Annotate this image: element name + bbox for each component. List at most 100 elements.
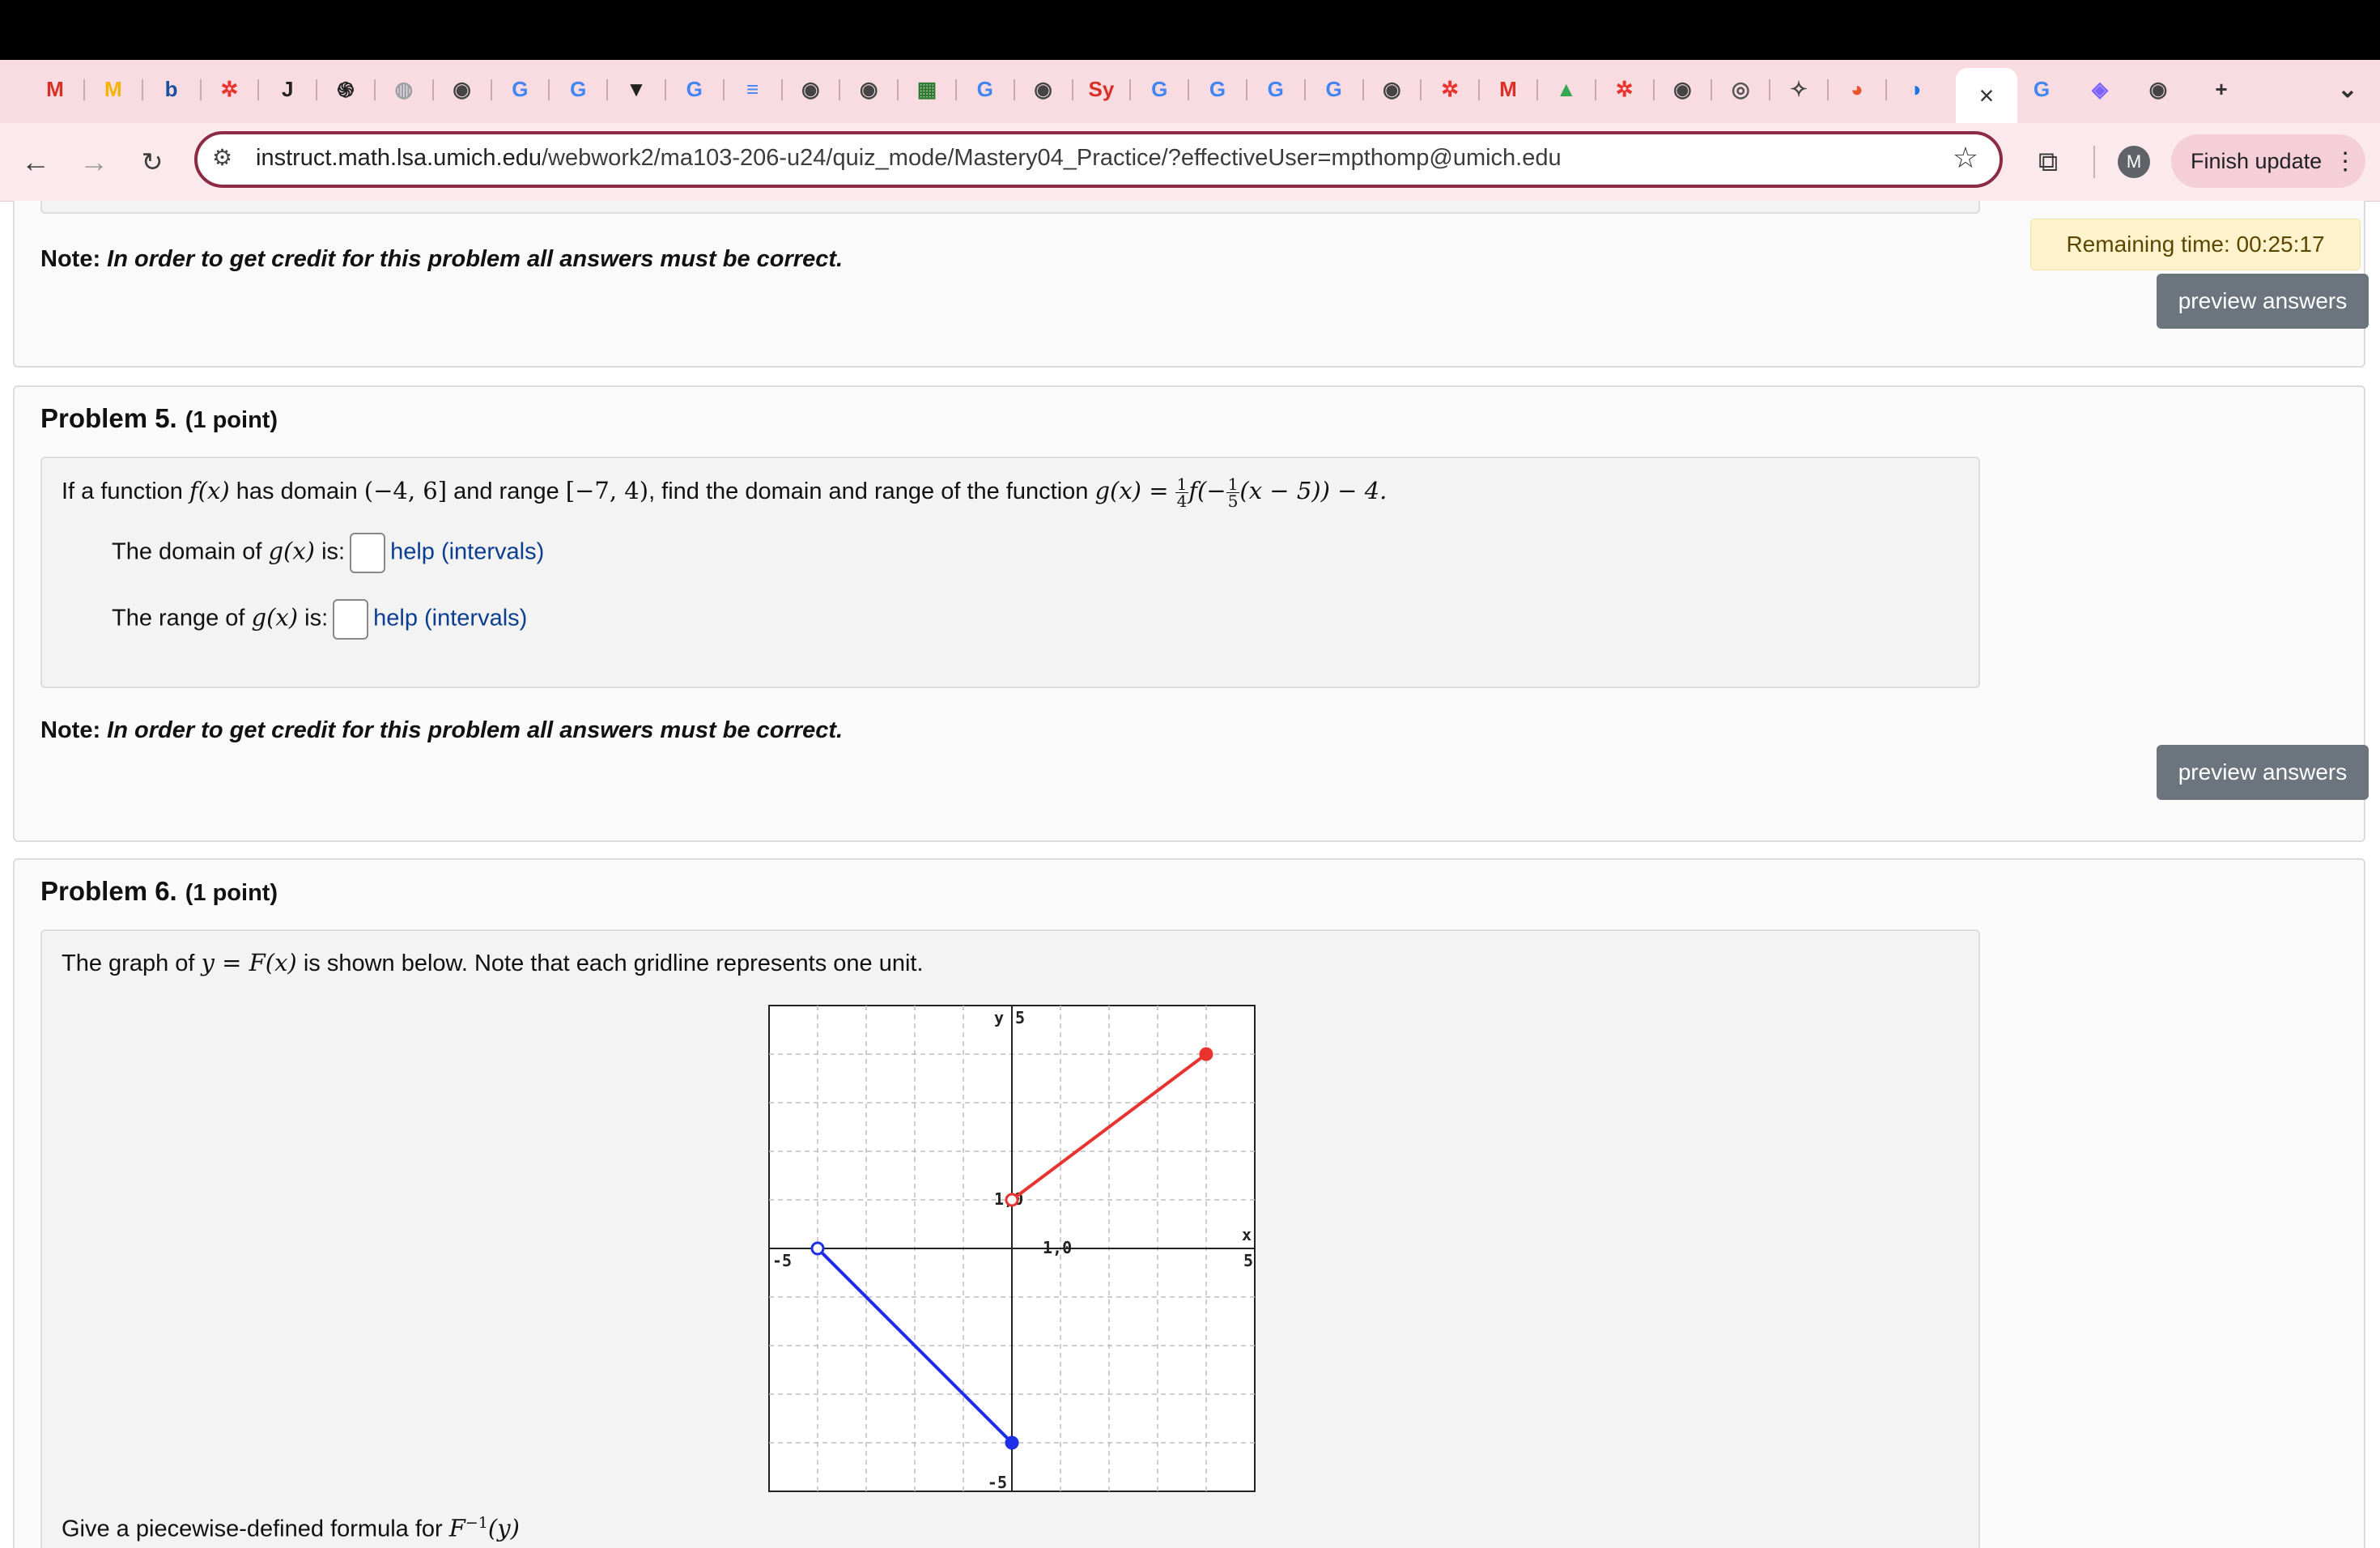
tab-separator <box>1827 79 1829 100</box>
bookmark-star-icon[interactable]: ☆ <box>1953 141 1978 175</box>
close-tab-icon[interactable]: × <box>1979 81 1995 111</box>
active-tab[interactable]: × <box>1956 68 2017 123</box>
browser-tab-icon[interactable]: ◉ <box>2142 73 2174 105</box>
browser-tab-icon[interactable]: ✲ <box>1609 73 1641 105</box>
back-icon[interactable]: ← <box>16 142 55 181</box>
tab-separator <box>1188 79 1190 100</box>
problem-6-body: The graph of y = F(x) is shown below. No… <box>40 929 1980 1548</box>
reload-icon[interactable]: ↻ <box>133 142 172 181</box>
problem-5-body: If a function f(x) has domain (−4, 6] an… <box>40 457 1980 688</box>
tab-separator <box>1652 79 1655 100</box>
series-end-point-0 <box>1199 1047 1213 1061</box>
tab-separator <box>1885 79 1887 100</box>
browser-tab-icon[interactable]: ◎ <box>1724 73 1757 105</box>
tab-separator <box>1303 79 1306 100</box>
tab-separator <box>1129 79 1132 100</box>
toolbar-divider <box>2093 146 2095 178</box>
problem-6-statement: The graph of y = F(x) is shown below. No… <box>62 949 924 976</box>
browser-tab-icon[interactable]: G <box>969 73 1001 105</box>
extensions-icon[interactable]: ⧉ <box>2029 142 2068 181</box>
browser-tab-icon[interactable]: M <box>97 73 130 105</box>
tab-separator <box>431 79 434 100</box>
browser-tab-icon[interactable]: Sy <box>1085 73 1117 105</box>
finish-update-label: Finish update <box>2191 148 2323 173</box>
new-tab-icon[interactable]: + <box>2205 73 2238 105</box>
problem-5-preview-button[interactable]: preview answers <box>2157 745 2369 800</box>
y-axis-label: y <box>994 1008 1004 1027</box>
problem-4-preview-button[interactable]: preview answers <box>2157 274 2369 329</box>
browser-tab-icon[interactable]: G <box>1143 73 1175 105</box>
browser-tab-icon[interactable]: b <box>155 73 188 105</box>
site-settings-icon[interactable]: ⚙ <box>212 144 232 171</box>
domain-answer-input[interactable] <box>350 533 386 573</box>
range-help-link[interactable]: help (intervals) <box>373 606 527 632</box>
tab-separator <box>199 79 202 100</box>
forward-icon[interactable]: → <box>74 142 113 181</box>
tab-separator <box>722 79 725 100</box>
avatar[interactable]: M <box>2118 146 2150 178</box>
tab-separator <box>839 79 841 100</box>
tab-separator <box>83 79 85 100</box>
tab-separator <box>1013 79 1015 100</box>
browser-tab-icon[interactable]: ✲ <box>213 73 245 105</box>
browser-tab-icon[interactable]: ▲ <box>1550 73 1583 105</box>
browser-tab-icon[interactable]: ◈ <box>2084 73 2116 105</box>
browser-tab-icon[interactable]: ◕ <box>1841 73 1873 105</box>
problem-6-title: Problem 6. (1 point) <box>40 876 278 906</box>
browser-tab-icon[interactable]: ◉ <box>1375 73 1408 105</box>
browser-tab-icon[interactable]: G <box>678 73 711 105</box>
y-tick-label-min: -5 <box>988 1473 1007 1492</box>
address-bar[interactable]: ⚙ instruct.math.lsa.umich.edu/webwork2/m… <box>194 131 2003 188</box>
range-answer-input[interactable] <box>333 599 369 640</box>
browser-tab-icon[interactable]: M <box>1492 73 1524 105</box>
browser-tab-icon[interactable]: ◉ <box>1666 73 1698 105</box>
tab-separator <box>316 79 318 100</box>
y-tick-label-max: 5 <box>1015 1008 1025 1027</box>
browser-tab-icon[interactable]: ▼ <box>620 73 652 105</box>
domain-help-link[interactable]: help (intervals) <box>390 539 544 565</box>
problem-6-panel: Problem 6. (1 point) The graph of y = F(x… <box>13 858 2365 1548</box>
browser-tab-icon[interactable]: ◉ <box>852 73 885 105</box>
browser-tab-icon[interactable]: G <box>2025 73 2058 105</box>
problem-5-statement: If a function f(x) has domain (−4, 6] an… <box>62 474 1388 511</box>
tab-separator <box>548 79 550 100</box>
browser-tab-icon[interactable]: M <box>39 73 71 105</box>
browser-tab-icon[interactable]: ◉ <box>794 73 827 105</box>
browser-tab-icon[interactable]: ≡ <box>737 73 769 105</box>
series-start-point-1 <box>810 1241 825 1256</box>
browser-tab-icon[interactable]: ◍ <box>388 73 420 105</box>
page-content: Note: In order to get credit for this pr… <box>0 201 2380 1548</box>
browser-tab-icon[interactable]: G <box>504 73 536 105</box>
browser-tab-icon[interactable]: ֍ <box>329 73 362 105</box>
tab-separator <box>1536 79 1538 100</box>
tab-separator <box>780 79 783 100</box>
problem-6-question: Give a piecewise-defined formula for F−1… <box>62 1514 520 1542</box>
browser-tab-icon[interactable]: G <box>1260 73 1292 105</box>
tab-search-icon[interactable]: ⌄ <box>2331 73 2364 105</box>
problem-5-panel: Problem 5. (1 point) If a function f(x) h… <box>13 385 2369 842</box>
problem-5-note: Note: In order to get credit for this pr… <box>40 717 844 743</box>
browser-tab-icon[interactable]: G <box>1318 73 1350 105</box>
tab-separator <box>897 79 899 100</box>
x-tick-label-max: 5 <box>1243 1251 1253 1270</box>
domain-row: The domain of g(x) is: help (intervals) <box>112 533 544 573</box>
tab-separator <box>606 79 609 100</box>
browser-tab-icon[interactable]: ◉ <box>1027 73 1060 105</box>
finish-update-button[interactable]: Finish update ⋮ <box>2171 134 2365 188</box>
browser-tab-icon[interactable]: G <box>1201 73 1234 105</box>
tab-separator <box>1769 79 1771 100</box>
browser-tab-icon[interactable]: ✲ <box>1434 73 1466 105</box>
range-row: The range of g(x) is: help (intervals) <box>112 599 527 640</box>
tab-separator <box>141 79 143 100</box>
browser-tab-icon[interactable]: J <box>271 73 304 105</box>
browser-tab-icon[interactable]: ◉ <box>446 73 478 105</box>
tab-separator <box>257 79 260 100</box>
tab-separator <box>1594 79 1596 100</box>
browser-tab-icon[interactable]: ◑ <box>1899 73 1932 105</box>
browser-tab-icon[interactable]: ▦ <box>911 73 943 105</box>
tab-separator <box>1420 79 1422 100</box>
tab-separator <box>1711 79 1713 100</box>
browser-tab-icon[interactable]: ✧ <box>1783 73 1815 105</box>
browser-tab-icon[interactable]: G <box>562 73 594 105</box>
window-titlebar <box>0 0 2380 60</box>
